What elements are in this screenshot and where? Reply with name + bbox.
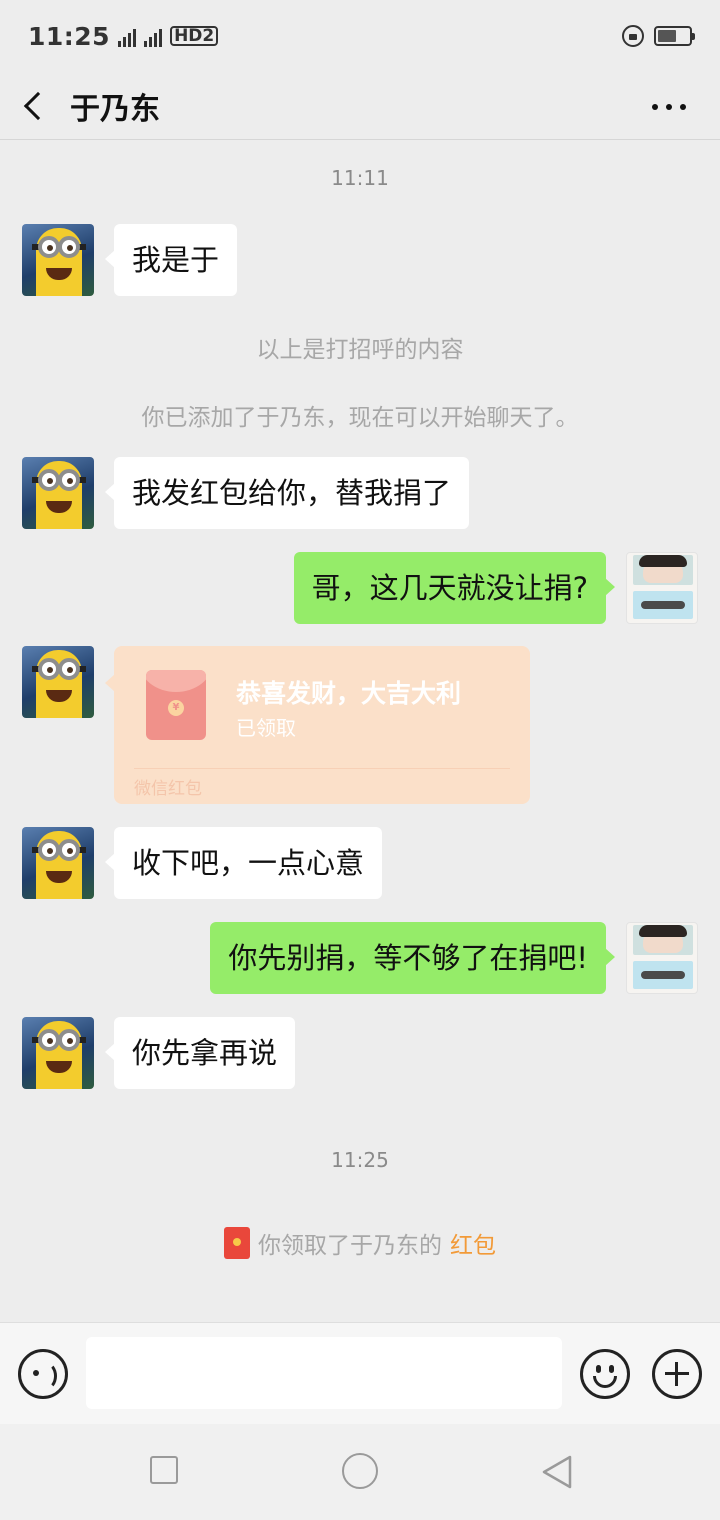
incoming-message[interactable]: 收下吧，一点心意 bbox=[104, 827, 383, 899]
incoming-message[interactable]: 我是于 bbox=[104, 224, 238, 296]
chevron-left-icon bbox=[23, 91, 53, 120]
more-dot-icon bbox=[680, 104, 686, 110]
home-button[interactable] bbox=[342, 1453, 378, 1489]
more-dot-icon bbox=[666, 104, 672, 110]
outgoing-message[interactable]: 你先别捐，等不够了在捐吧! bbox=[210, 922, 615, 994]
recent-apps-button[interactable] bbox=[150, 1456, 178, 1484]
rotation-lock-icon bbox=[622, 25, 644, 47]
incoming-message[interactable]: 你先拿再说 bbox=[104, 1017, 296, 1089]
contact-avatar[interactable] bbox=[22, 1017, 94, 1089]
status-bar: 11:25 HD2 bbox=[0, 0, 720, 72]
timestamp: 11:25 bbox=[331, 1148, 389, 1172]
more-options-button[interactable] bbox=[648, 94, 690, 120]
red-packet-footer: 微信红包 bbox=[134, 779, 202, 799]
more-dot-icon bbox=[652, 104, 658, 110]
timestamp: 11:11 bbox=[331, 166, 389, 190]
chat-title: 于乃东 bbox=[70, 91, 160, 127]
incoming-message[interactable]: 我发红包给你，替我捐了 bbox=[104, 457, 470, 529]
red-packet-status: 已领取 bbox=[236, 716, 296, 740]
battery-icon bbox=[654, 26, 695, 46]
status-left: 11:25 HD2 bbox=[28, 21, 219, 51]
system-nav-bar bbox=[0, 1424, 720, 1520]
message-input[interactable] bbox=[86, 1337, 562, 1409]
divider bbox=[134, 768, 510, 769]
back-button[interactable] bbox=[0, 72, 70, 140]
contact-avatar[interactable] bbox=[22, 827, 94, 899]
signal-icon-sim2 bbox=[144, 25, 163, 47]
red-packet-link[interactable]: 红包 bbox=[450, 1226, 496, 1260]
hd-icon: HD2 bbox=[170, 26, 219, 46]
contact-avatar[interactable] bbox=[22, 457, 94, 529]
chat-header: 于乃东 bbox=[0, 72, 720, 140]
emoji-button[interactable] bbox=[580, 1349, 630, 1399]
red-packet-icon: ¥ bbox=[146, 670, 206, 740]
red-packet-claim-notice: 你领取了于乃东的 红包 bbox=[0, 1226, 720, 1260]
contact-avatar[interactable] bbox=[22, 224, 94, 296]
red-packet-title: 恭喜发财，大吉大利 bbox=[236, 679, 462, 708]
outgoing-message[interactable]: 哥，这几天就没让捐? bbox=[293, 552, 616, 624]
signal-icon-sim1 bbox=[118, 25, 137, 47]
more-functions-button[interactable] bbox=[652, 1349, 702, 1399]
red-packet-icon bbox=[224, 1227, 250, 1259]
my-avatar[interactable] bbox=[626, 552, 698, 624]
contact-avatar[interactable] bbox=[22, 646, 94, 718]
status-time: 11:25 bbox=[28, 21, 111, 51]
claim-text: 你领取了于乃东的 bbox=[258, 1233, 442, 1259]
red-packet-message[interactable]: ¥ 恭喜发财，大吉大利 已领取 微信红包 bbox=[105, 646, 530, 804]
my-avatar[interactable] bbox=[626, 922, 698, 994]
system-message: 以上是打招呼的内容 bbox=[256, 337, 464, 363]
status-right bbox=[622, 25, 695, 47]
coin-icon: ¥ bbox=[168, 700, 184, 716]
back-triangle-icon[interactable] bbox=[540, 1454, 574, 1490]
input-bar bbox=[0, 1322, 720, 1424]
system-message: 你已添加了于乃东，现在可以开始聊天了。 bbox=[141, 405, 579, 431]
voice-input-button[interactable] bbox=[18, 1349, 68, 1399]
